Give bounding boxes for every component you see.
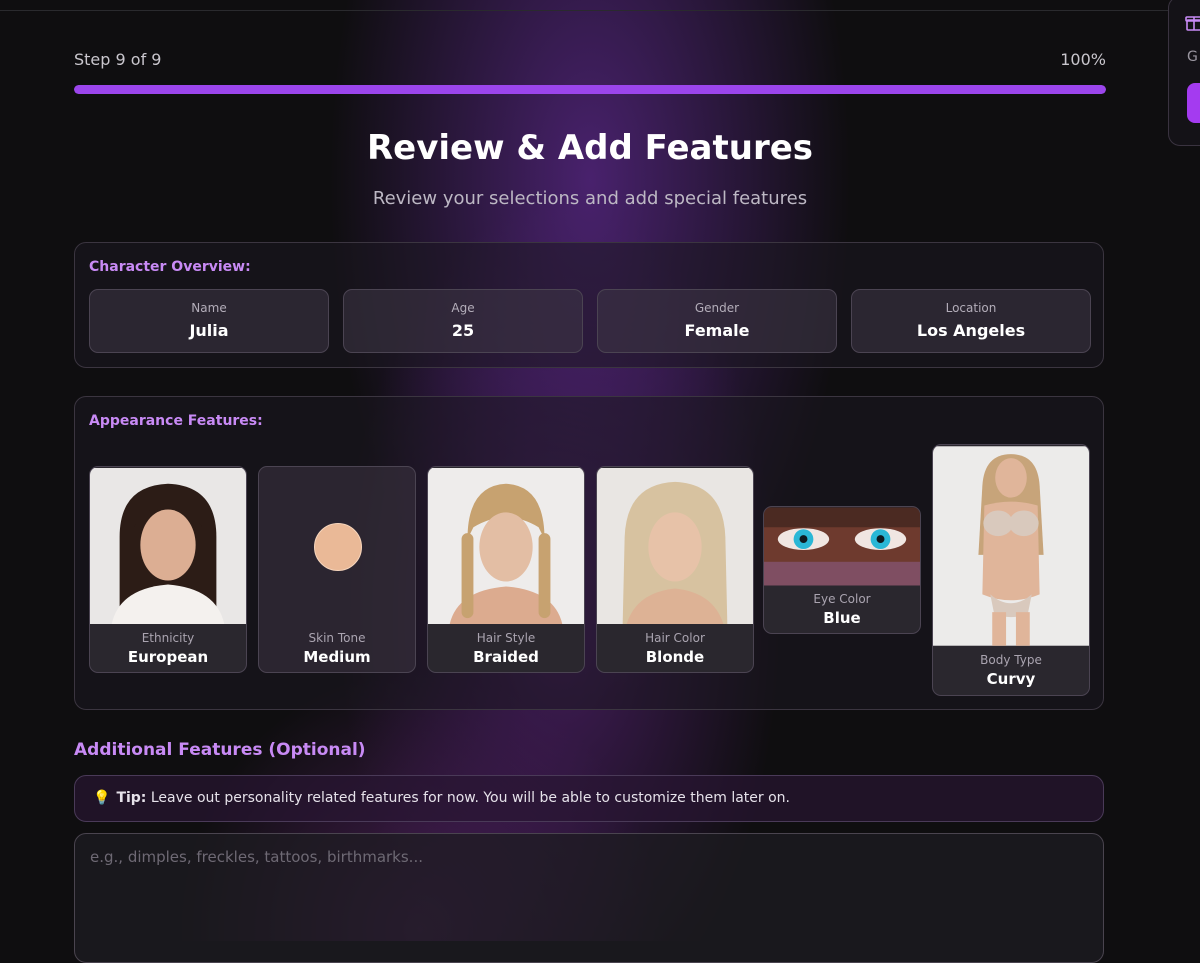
body-type-image	[933, 446, 1089, 646]
overview-value: Female	[684, 321, 750, 340]
feature-label: Body Type	[980, 653, 1042, 667]
step-indicator: Step 9 of 9	[74, 50, 162, 69]
progress-percent: 100%	[1060, 50, 1106, 69]
feature-card-ethnicity: Ethnicity European	[89, 466, 247, 673]
feature-label: Ethnicity	[141, 631, 195, 645]
page-title: Review & Add Features	[366, 128, 814, 168]
overview-card-location: Location Los Angeles	[851, 289, 1091, 353]
progress-bar-fill	[74, 85, 1106, 94]
ethnicity-portrait-image	[90, 468, 246, 624]
overview-label: Gender	[694, 301, 740, 315]
overview-label: Age	[451, 301, 475, 315]
feature-card-body-type: Body Type Curvy	[932, 444, 1090, 696]
side-widget-button[interactable]	[1187, 83, 1200, 123]
feature-value: European	[127, 648, 209, 666]
feature-value: Blue	[823, 609, 861, 627]
feature-card-eye-color: Eye Color Blue	[763, 506, 921, 634]
feature-label: Eye Color	[813, 592, 871, 606]
overview-card-age: Age 25	[343, 289, 583, 353]
gift-icon	[1185, 16, 1200, 31]
feature-value: Braided	[473, 648, 539, 666]
additional-features-input[interactable]	[74, 833, 1104, 963]
additional-features-heading: Additional Features (Optional)	[74, 740, 366, 760]
feature-card-hair-style: Hair Style Braided	[427, 466, 585, 673]
tip-box: 💡 Tip: Leave out personality related feat…	[74, 775, 1104, 822]
appearance-features-panel: Appearance Features: Ethnicity European …	[74, 396, 1104, 710]
appearance-heading: Appearance Features:	[89, 413, 263, 429]
feature-label: Hair Style	[476, 631, 536, 645]
feature-value: Curvy	[986, 670, 1036, 688]
overview-heading: Character Overview:	[89, 259, 251, 275]
character-overview-panel: Character Overview: Name Julia Age 25 Ge…	[74, 242, 1104, 368]
feature-label: Skin Tone	[308, 631, 366, 645]
feature-value: Blonde	[645, 648, 705, 666]
lightbulb-icon: 💡	[93, 790, 111, 806]
feature-label: Hair Color	[645, 631, 705, 645]
top-divider	[0, 10, 1200, 11]
feature-card-skin-tone: Skin Tone Medium	[258, 466, 416, 673]
overview-value: Los Angeles	[916, 321, 1026, 340]
progress-bar	[74, 85, 1106, 94]
overview-label: Name	[191, 301, 227, 315]
overview-card-gender: Gender Female	[597, 289, 837, 353]
tip-text: Leave out personality related features f…	[150, 790, 790, 806]
side-widget[interactable]: G	[1168, 0, 1200, 146]
skin-tone-swatch	[314, 523, 362, 571]
feature-card-hair-color: Hair Color Blonde	[596, 466, 754, 673]
overview-value: 25	[451, 321, 475, 340]
overview-value: Julia	[189, 321, 229, 340]
hair-style-portrait-image	[428, 468, 584, 624]
tip-label: Tip:	[116, 790, 147, 806]
overview-label: Location	[945, 301, 997, 315]
overview-card-name: Name Julia	[89, 289, 329, 353]
hair-color-portrait-image	[597, 468, 753, 624]
eye-color-image	[764, 507, 920, 586]
page-subtitle: Review your selections and add special f…	[372, 188, 808, 209]
feature-value: Medium	[303, 648, 371, 666]
side-widget-label: G	[1187, 49, 1198, 65]
